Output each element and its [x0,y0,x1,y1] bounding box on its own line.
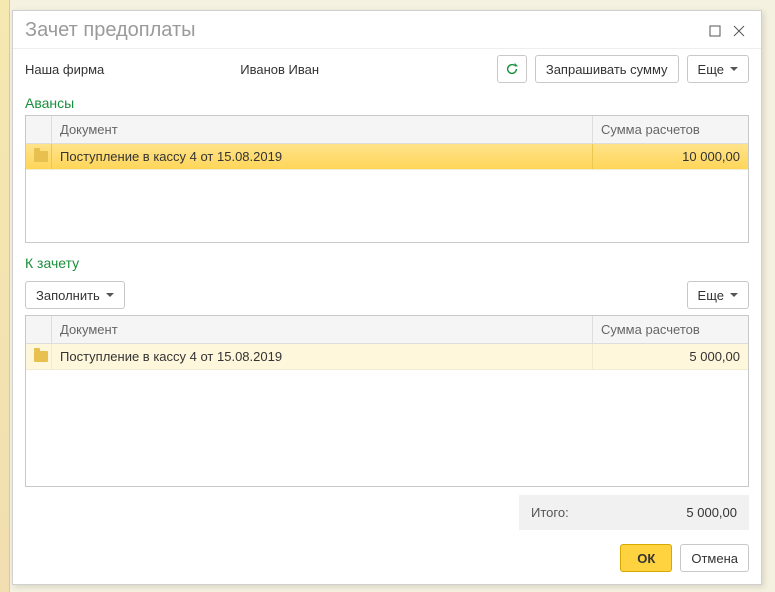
offset-col-doc: Документ [52,316,593,343]
row-icon-cell [26,344,52,369]
offset-body[interactable]: Поступление в кассу 4 от 15.08.2019 5 00… [26,344,748,486]
advances-table: Документ Сумма расчетов Поступление в ка… [25,115,749,243]
offset-col-sum: Сумма расчетов [593,316,748,343]
top-toolbar: Наша фирма Иванов Иван Запрашивать сумму… [13,49,761,93]
advances-col-doc: Документ [52,116,593,143]
totals-bar: Итого: 5 000,00 [519,495,749,530]
cancel-button[interactable]: Отмена [680,544,749,572]
advances-header: Документ Сумма расчетов [26,116,748,144]
document-icon [34,151,48,162]
ok-button[interactable]: ОК [620,544,672,572]
document-icon [34,351,48,362]
dialog-window: Зачет предоплаты Наша фирма Иванов Иван … [12,10,762,585]
offset-header: Документ Сумма расчетов [26,316,748,344]
more-label-offset: Еще [698,288,724,303]
row-doc-cell: Поступление в кассу 4 от 15.08.2019 [52,144,593,169]
footer: ОК Отмена [13,538,761,584]
table-row[interactable]: Поступление в кассу 4 от 15.08.2019 5 00… [26,344,748,370]
app-left-edge [0,0,10,592]
titlebar: Зачет предоплаты [13,11,761,49]
offset-col-icon [26,316,52,343]
offset-table: Документ Сумма расчетов Поступление в ка… [25,315,749,487]
window-title: Зачет предоплаты [25,19,703,42]
cancel-label: Отмена [691,551,738,566]
advances-body[interactable]: Поступление в кассу 4 от 15.08.2019 10 0… [26,144,748,244]
more-label-top: Еще [698,62,724,77]
row-doc-cell: Поступление в кассу 4 от 15.08.2019 [52,344,593,369]
more-button-top[interactable]: Еще [687,55,749,83]
row-sum-cell: 10 000,00 [593,144,748,169]
offset-toolbar: Заполнить Еще [13,275,761,315]
close-icon[interactable] [727,21,751,41]
request-sum-label: Запрашивать сумму [546,62,668,77]
fill-label: Заполнить [36,288,100,303]
advances-col-icon [26,116,52,143]
more-button-offset[interactable]: Еще [687,281,749,309]
section-offset-title: К зачету [13,253,761,275]
totals-label: Итого: [531,505,611,520]
refresh-icon [505,62,519,76]
chevron-down-icon [730,67,738,71]
chevron-down-icon [106,293,114,297]
row-sum-cell: 5 000,00 [593,344,748,369]
ok-label: ОК [637,551,655,566]
row-icon-cell [26,144,52,169]
totals-value: 5 000,00 [611,505,737,520]
firm-label: Наша фирма [25,62,104,77]
fill-button[interactable]: Заполнить [25,281,125,309]
person-label: Иванов Иван [240,62,319,77]
section-advances-title: Авансы [13,93,761,115]
table-row[interactable]: Поступление в кассу 4 от 15.08.2019 10 0… [26,144,748,170]
refresh-button[interactable] [497,55,527,83]
chevron-down-icon [730,293,738,297]
maximize-icon[interactable] [703,21,727,41]
request-sum-button[interactable]: Запрашивать сумму [535,55,679,83]
advances-col-sum: Сумма расчетов [593,116,748,143]
